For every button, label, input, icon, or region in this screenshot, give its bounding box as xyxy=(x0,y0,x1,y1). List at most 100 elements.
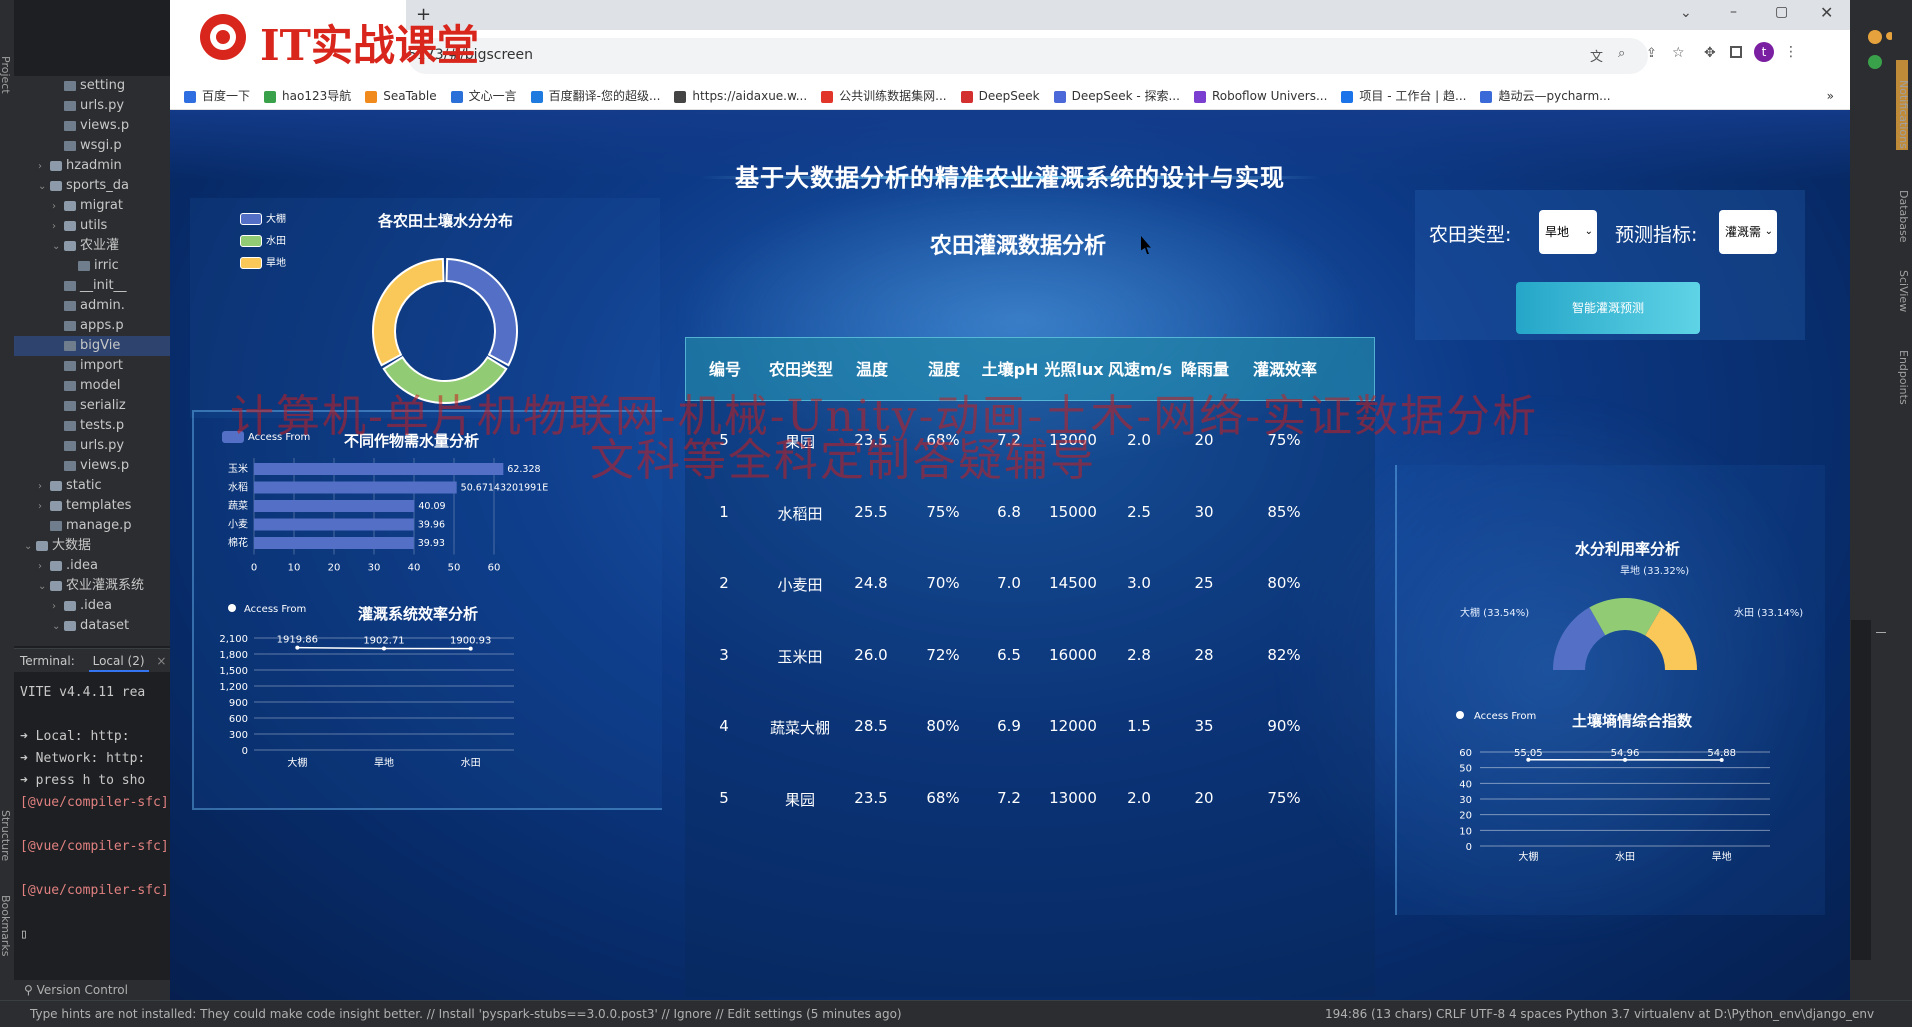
bar[interactable] xyxy=(254,482,457,494)
notifications-tool-label[interactable]: Notifications xyxy=(1897,80,1910,149)
endpoints-tool-label[interactable]: Endpoints xyxy=(1897,350,1910,405)
tree-item[interactable]: urls.py xyxy=(14,436,170,456)
tree-toggle-icon[interactable]: ⌄ xyxy=(38,177,50,197)
database-tool-label[interactable]: Database xyxy=(1897,190,1910,243)
tree-item[interactable]: ⌄农业灌 xyxy=(14,236,170,256)
notification-icon[interactable] xyxy=(1868,30,1882,44)
smart-irrigation-predict-button[interactable]: 智能灌溉预测 xyxy=(1516,282,1700,334)
table-row[interactable]: 1水稻田25.575%6.8150002.53085% xyxy=(685,503,1375,543)
bookmarks-tool-label[interactable]: Bookmarks xyxy=(0,895,12,956)
tree-item[interactable]: manage.p xyxy=(14,516,170,536)
metric-select[interactable]: 灌溉需⌄ xyxy=(1719,210,1777,254)
tree-item[interactable]: ›hzadmin xyxy=(14,156,170,176)
profile-avatar[interactable]: t xyxy=(1754,42,1774,62)
tree-toggle-icon[interactable]: › xyxy=(52,597,64,617)
tree-item[interactable]: ⌄dataset xyxy=(14,616,170,636)
tree-toggle-icon[interactable]: ⌄ xyxy=(52,237,64,257)
table-row[interactable]: 2小麦田24.870%7.0145003.02580% xyxy=(685,574,1375,614)
tree-item[interactable]: ›.idea xyxy=(14,556,170,576)
share-icon[interactable]: ⇪ xyxy=(1646,46,1657,61)
project-tree[interactable]: settingurls.pyviews.pwsgi.p›hzadmin⌄spor… xyxy=(14,76,170,646)
bookmark-item[interactable]: DeepSeek xyxy=(961,82,1040,110)
terminal-tab[interactable]: Local (2) xyxy=(89,652,149,672)
tree-toggle-icon[interactable]: › xyxy=(52,197,64,217)
bookmark-item[interactable]: 公共训练数据集网... xyxy=(821,82,946,110)
bookmark-item[interactable]: 趋动云—pycharm... xyxy=(1480,82,1610,110)
menu-icon[interactable]: ⋮ xyxy=(1784,44,1798,60)
tree-item[interactable]: ⌄sports_da xyxy=(14,176,170,196)
bookmarks-more-icon[interactable]: » xyxy=(1827,82,1834,110)
bookmark-item[interactable]: 项目 - 工作台 | 趋... xyxy=(1341,82,1466,110)
status-right-info[interactable]: 194:86 (13 chars) CRLF UTF-8 4 spaces Py… xyxy=(1325,1001,1874,1027)
zoom-icon[interactable]: ⌕ xyxy=(1618,46,1625,61)
translate-icon[interactable]: 文 xyxy=(1590,46,1603,65)
tree-item[interactable]: bigVie xyxy=(14,336,170,356)
tree-toggle-icon[interactable]: › xyxy=(52,217,64,237)
bar[interactable] xyxy=(254,500,414,512)
donut-slice-大棚[interactable] xyxy=(446,259,517,365)
bookmark-item[interactable]: 百度翻译-您的超级... xyxy=(531,82,661,110)
legend-item-shuitian[interactable]: 水田 xyxy=(240,232,286,247)
bookmark-item[interactable]: DeepSeek - 探索... xyxy=(1054,82,1180,110)
maximize-window-icon[interactable]: ▢ xyxy=(1775,4,1788,20)
sciview-tool-label[interactable]: SciView xyxy=(1897,270,1910,312)
tab-search-icon[interactable]: ⌄ xyxy=(1680,5,1692,21)
tree-toggle-icon[interactable]: › xyxy=(38,497,50,517)
table-row[interactable]: 4蔬菜大棚28.580%6.9120001.53590% xyxy=(685,717,1375,757)
bookmark-item[interactable]: Roboflow Univers... xyxy=(1194,82,1327,110)
tree-item[interactable]: ›utils xyxy=(14,216,170,236)
legend-item-handi[interactable]: 旱地 xyxy=(240,254,286,269)
sidepanel-icon[interactable] xyxy=(1730,46,1742,58)
close-icon[interactable]: × xyxy=(156,654,166,668)
tree-item[interactable]: model xyxy=(14,376,170,396)
tree-toggle-icon[interactable]: › xyxy=(38,477,50,497)
minimize-icon[interactable] xyxy=(1876,632,1886,633)
tree-item[interactable]: ›static xyxy=(14,476,170,496)
project-tool-label[interactable]: Project xyxy=(0,56,12,94)
extensions-icon[interactable]: ✥ xyxy=(1704,45,1716,61)
tree-item[interactable]: ›.idea xyxy=(14,596,170,616)
check-icon[interactable] xyxy=(1868,55,1882,69)
bookmark-item[interactable]: 文心一言 xyxy=(451,82,517,110)
tree-toggle-icon[interactable]: › xyxy=(38,557,50,577)
donut-slice-旱地[interactable] xyxy=(373,259,444,365)
bookmark-item[interactable]: hao123导航 xyxy=(264,82,351,110)
table-row[interactable]: 5果园23.568%7.2130002.02075% xyxy=(685,789,1375,829)
minimize-window-icon[interactable]: – xyxy=(1730,4,1737,20)
tree-item[interactable]: setting xyxy=(14,76,170,96)
efficiency-legend[interactable]: Access From xyxy=(222,604,306,615)
tree-item[interactable]: ⌄大数据 xyxy=(14,536,170,556)
tree-item[interactable]: __init__ xyxy=(14,276,170,296)
tree-item[interactable]: urls.py xyxy=(14,96,170,116)
soil-index-legend[interactable]: Access From xyxy=(1448,711,1536,722)
tree-toggle-icon[interactable]: ⌄ xyxy=(52,617,64,637)
tree-item[interactable]: views.p xyxy=(14,116,170,136)
address-bar[interactable]: 5173/#/bigscreen xyxy=(408,38,1648,74)
bookmark-item[interactable]: https://aidaxue.w... xyxy=(674,82,807,110)
tree-item[interactable]: ⌄农业灌溉系统 xyxy=(14,576,170,596)
tree-item[interactable]: irric xyxy=(14,256,170,276)
bar[interactable] xyxy=(254,519,414,531)
tree-item[interactable]: import xyxy=(14,356,170,376)
bar[interactable] xyxy=(254,463,503,475)
tree-toggle-icon[interactable]: › xyxy=(38,157,50,177)
tree-item[interactable]: admin. xyxy=(14,296,170,316)
tree-item[interactable]: serializ xyxy=(14,396,170,416)
bookmark-item[interactable]: 百度一下 xyxy=(184,82,250,110)
field-type-select[interactable]: 旱地⌄ xyxy=(1539,210,1597,254)
tree-toggle-icon[interactable]: ⌄ xyxy=(24,537,36,557)
terminal-output[interactable]: VITE v4.4.11 rea➜ Local: http:➜ Network:… xyxy=(14,672,170,992)
legend-item-dapeng[interactable]: 大棚 xyxy=(240,210,286,225)
tree-item[interactable]: views.p xyxy=(14,456,170,476)
tree-item[interactable]: apps.p xyxy=(14,316,170,336)
structure-tool-label[interactable]: Structure xyxy=(0,810,12,861)
status-message[interactable]: Type hints are not installed: They could… xyxy=(30,1007,902,1021)
version-control-tab[interactable]: Version Control xyxy=(37,983,128,997)
tree-item[interactable]: ›migrat xyxy=(14,196,170,216)
bar[interactable] xyxy=(254,537,414,549)
close-window-icon[interactable]: ✕ xyxy=(1820,3,1833,22)
tree-item[interactable]: tests.p xyxy=(14,416,170,436)
tree-item[interactable]: wsgi.p xyxy=(14,136,170,156)
tree-item[interactable]: ›templates xyxy=(14,496,170,516)
bookmark-item[interactable]: SeaTable xyxy=(365,82,436,110)
